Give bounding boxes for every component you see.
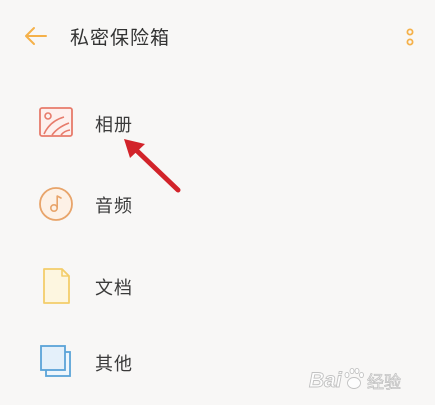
list-item-album-label: 相册 — [95, 115, 133, 136]
more-vertical-icon — [406, 28, 414, 46]
list-item-audio-label: 音频 — [95, 196, 133, 217]
other-folder-icon — [40, 345, 71, 377]
list-item-documents-label: 文档 — [95, 278, 133, 299]
list-item-audio[interactable]: 音频 — [0, 176, 435, 232]
list-item-documents[interactable]: 文档 — [0, 258, 435, 314]
svg-text:Bai: Bai — [309, 369, 343, 392]
document-icon — [43, 268, 70, 304]
music-note-icon — [39, 187, 73, 221]
list-item-other-label: 其他 — [95, 354, 133, 375]
page-title: 私密保险箱 — [70, 27, 171, 49]
back-button[interactable] — [22, 22, 50, 50]
list-item-album[interactable]: 相册 — [0, 95, 435, 151]
more-options-button[interactable] — [401, 27, 419, 51]
header-bar: 私密保险箱 — [0, 0, 435, 72]
svg-text:经验: 经验 — [367, 373, 401, 393]
album-image-icon — [39, 107, 73, 137]
arrow-left-icon — [25, 27, 47, 45]
baidu-watermark-logo: Bai 经验 — [309, 367, 401, 393]
